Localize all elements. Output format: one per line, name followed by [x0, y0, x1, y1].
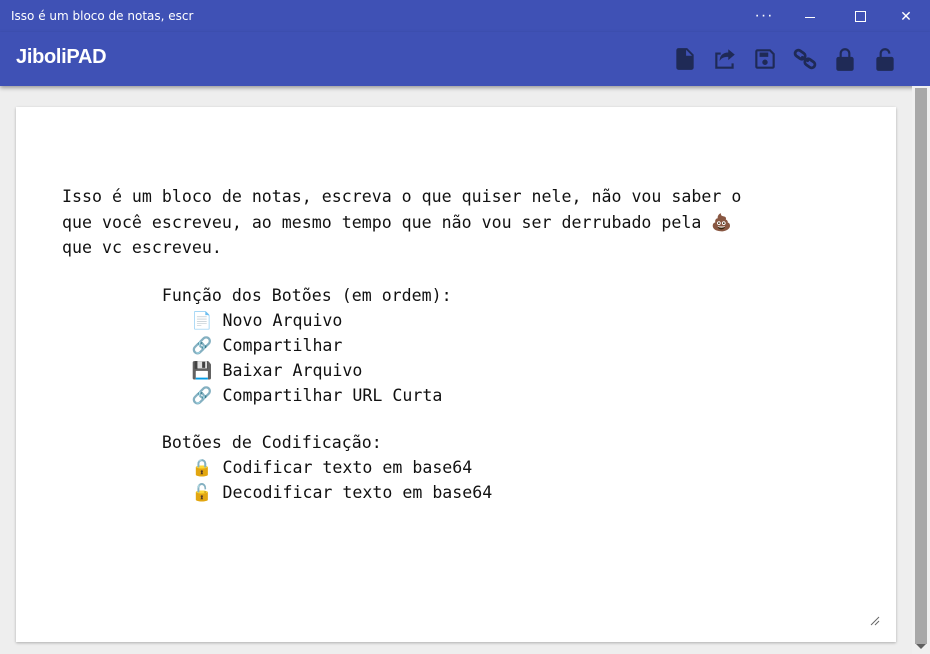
link-icon — [793, 48, 817, 70]
encode-button[interactable] — [831, 45, 859, 73]
share-icon — [715, 49, 735, 69]
encoding-desc-decode: 🔓 Decodificar texto em base64 — [62, 483, 493, 502]
save-icon — [755, 49, 775, 69]
close-icon: ✕ — [900, 7, 912, 24]
encoding-heading: Botões de Codificação: — [62, 433, 382, 452]
close-button[interactable]: ✕ — [883, 0, 929, 32]
intro-line-1: Isso é um bloco de notas, escreva o que … — [62, 187, 742, 206]
decode-button[interactable] — [871, 45, 899, 73]
button-desc-download: 💾 Baixar Arquivo — [62, 361, 363, 380]
notepad-card: Isso é um bloco de notas, escreva o que … — [16, 107, 896, 642]
maximize-icon — [854, 10, 866, 22]
intro-line-2: que você escreveu, ao mesmo tempo que nã… — [62, 213, 733, 232]
app-brand: JiboliPAD — [16, 46, 107, 68]
app-toolbar: JiboliPAD — [0, 32, 930, 86]
encoding-desc-encode: 🔒 Codificar texto em base64 — [62, 458, 473, 477]
button-desc-share: 🔗 Compartilhar — [62, 336, 343, 355]
maximize-button[interactable] — [837, 0, 883, 32]
lock-icon — [836, 48, 854, 71]
scrollbar-thumb[interactable] — [915, 88, 927, 644]
resize-handle-icon[interactable] — [870, 616, 880, 626]
scroll-down-arrow-icon[interactable] — [916, 644, 926, 649]
window-title: Isso é um bloco de notas, escr — [11, 9, 194, 23]
short-url-button[interactable] — [791, 45, 819, 73]
more-icon: ··· — [754, 7, 774, 24]
button-desc-new-file: 📄 Novo Arquivo — [62, 311, 343, 330]
button-desc-short-url: 🔗 Compartilhar URL Curta — [62, 386, 443, 405]
notepad-textarea[interactable]: Isso é um bloco de notas, escreva o que … — [62, 184, 862, 505]
unlock-icon — [876, 48, 894, 71]
buttons-heading: Função dos Botões (em ordem): — [62, 286, 452, 305]
minimize-button[interactable] — [787, 0, 833, 32]
new-file-button[interactable] — [671, 45, 699, 73]
intro-line-3: que vc escreveu. — [62, 238, 222, 257]
window-title-bar: Isso é um bloco de notas, escr ··· ✕ — [0, 0, 930, 32]
minimize-icon — [805, 16, 815, 18]
more-options-button[interactable]: ··· — [741, 0, 787, 32]
new-file-icon — [676, 48, 694, 70]
share-button[interactable] — [711, 45, 739, 73]
download-button[interactable] — [751, 45, 779, 73]
